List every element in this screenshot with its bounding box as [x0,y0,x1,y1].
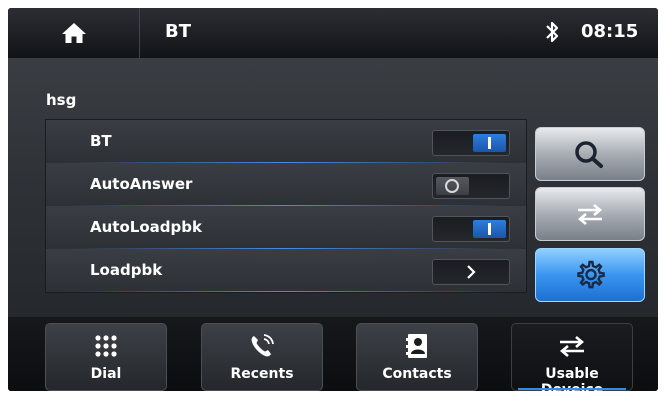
tab-usable-device[interactable]: Usable Deveice [511,323,633,391]
setting-row-autoloadpbk: AutoLoadpbk [46,206,526,249]
home-button[interactable] [8,8,140,58]
tab-label: Contacts [382,366,452,382]
home-icon [61,23,86,43]
autoloadpbk-toggle[interactable] [432,216,510,242]
settings-button[interactable] [535,248,645,302]
search-icon [575,141,603,168]
contacts-icon [406,334,427,358]
setting-row-bt: BT [46,120,526,163]
swap-arrows-icon [577,204,603,225]
device-name: hsg [46,91,77,109]
top-bar: BT 08:15 [8,8,658,59]
gear-icon [577,260,605,289]
tab-label: Dial [90,366,122,382]
swap-arrows-icon [559,336,585,357]
loadpbk-button[interactable] [432,259,510,285]
bt-screen: BT 08:15 hsg BT AutoAnswer AutoLoadpbk L… [8,8,658,391]
content-area: hsg BT AutoAnswer AutoLoadpbk Loadpbk [8,59,658,317]
tab-recents[interactable]: Recents [201,323,323,391]
bluetooth-icon [546,21,559,43]
chevron-right-icon [467,265,476,279]
swap-button[interactable] [535,187,645,241]
settings-list: BT AutoAnswer AutoLoadpbk Loadpbk [45,119,527,293]
tab-label: Usable Deveice [540,366,604,391]
tab-label: Recents [230,366,294,382]
autoanswer-toggle[interactable] [432,173,510,199]
tab-dial[interactable]: Dial [45,323,167,391]
bt-toggle[interactable] [432,130,510,156]
setting-label: BT [90,132,112,150]
phone-icon [251,334,274,357]
setting-row-loadpbk: Loadpbk [46,249,526,292]
setting-row-autoanswer: AutoAnswer [46,163,526,206]
search-button[interactable] [535,127,645,181]
toggle-knob [436,177,469,195]
setting-label: Loadpbk [90,261,163,279]
page-title: BT [165,21,191,42]
setting-label: AutoLoadpbk [90,218,202,236]
clock: 08:15 [581,21,639,42]
dialpad-icon [95,335,117,357]
toggle-knob [473,220,506,238]
bottom-bar: Dial Recents Contacts Usable Deveice [8,317,658,391]
setting-label: AutoAnswer [90,175,193,193]
toggle-knob [473,134,506,152]
tab-contacts[interactable]: Contacts [356,323,478,391]
